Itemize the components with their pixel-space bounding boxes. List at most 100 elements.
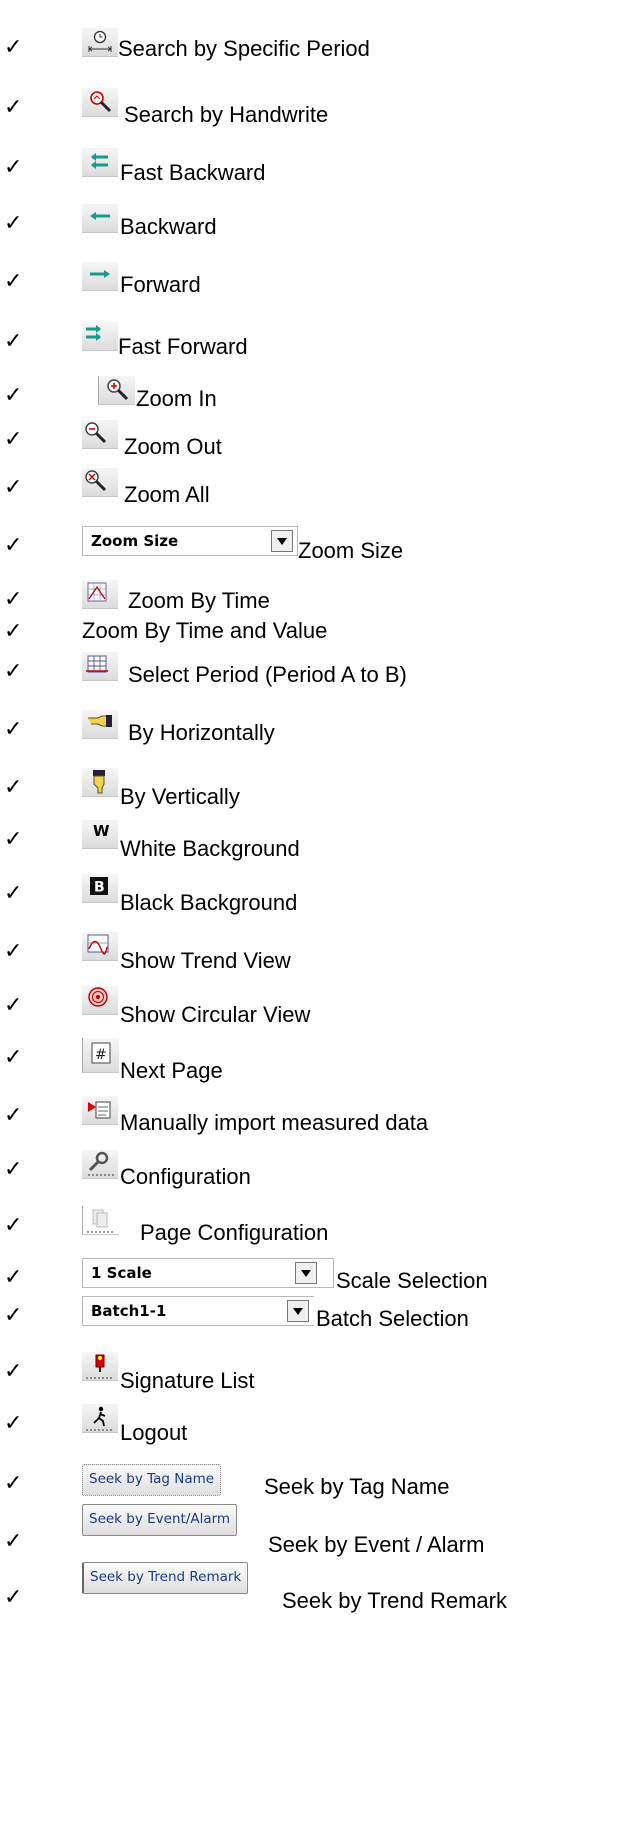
- zoom-by-time-icon[interactable]: [82, 580, 118, 609]
- list-item: ✓ Show Trend View: [0, 932, 618, 973]
- check-mark: ✓: [4, 475, 23, 500]
- item-label: Zoom By Time: [128, 588, 270, 613]
- item-label: Search by Handwrite: [124, 102, 329, 127]
- check-mark: ✓: [4, 1471, 23, 1496]
- list-item: ✓ Fast Forward: [0, 322, 618, 362]
- scale-select-value: 1 Scale: [91, 1264, 152, 1282]
- white-background-icon[interactable]: W: [82, 820, 118, 849]
- list-item: ✓ Forward: [0, 262, 618, 302]
- item-label: Select Period (Period A to B): [128, 662, 407, 687]
- check-mark: ✓: [4, 1045, 23, 1070]
- item-label: Seek by Trend Remark: [282, 1588, 507, 1613]
- check-mark: ✓: [4, 155, 23, 180]
- check-mark: ✓: [4, 1585, 23, 1610]
- zoom-size-select[interactable]: Zoom Size: [82, 526, 298, 556]
- scale-select[interactable]: 1 Scale: [82, 1258, 334, 1288]
- list-item: ✓ By Vertically: [0, 768, 618, 809]
- list-item: ✓ Signature List: [0, 1352, 618, 1393]
- circular-view-icon[interactable]: [82, 986, 118, 1015]
- list-item: ✓ Search by Handwrite: [0, 88, 618, 128]
- trend-view-icon[interactable]: [82, 932, 118, 961]
- zoom-all-icon[interactable]: [82, 468, 118, 497]
- zoom-size-select-value: Zoom Size: [91, 532, 179, 550]
- batch-select[interactable]: Batch1-1: [82, 1296, 314, 1326]
- list-item: ✓ Zoom By Time and Value: [0, 612, 618, 652]
- white-background-icon-letter: W: [93, 822, 110, 840]
- item-label: Scale Selection: [336, 1268, 488, 1293]
- list-item: ✓ # Next Page: [0, 1038, 618, 1083]
- item-label: Zoom Out: [124, 434, 222, 459]
- list-item: ✓ Zoom In: [0, 376, 618, 416]
- forward-icon[interactable]: [82, 262, 118, 291]
- item-label: Page Configuration: [140, 1220, 329, 1245]
- check-mark: ✓: [4, 533, 23, 558]
- item-label: Backward: [120, 214, 217, 239]
- list-item: ✓ Fast Backward: [0, 148, 618, 188]
- check-mark: ✓: [4, 881, 23, 906]
- item-label: By Horizontally: [128, 720, 275, 745]
- select-period-icon[interactable]: [82, 652, 118, 681]
- list-item: ✓ By Horizontally: [0, 710, 618, 750]
- seek-by-event-alarm-button[interactable]: Seek by Event/Alarm: [82, 1504, 238, 1536]
- list-item: ✓ Batch1-1 Batch Selection: [0, 1296, 618, 1336]
- item-label: Batch Selection: [316, 1306, 469, 1331]
- item-label: Black Background: [120, 890, 298, 915]
- list-item: ✓ Backward: [0, 204, 618, 244]
- list-item: ✓ Page Configuration: [0, 1206, 618, 1246]
- next-page-icon[interactable]: #: [82, 1038, 119, 1073]
- check-mark: ✓: [4, 95, 23, 120]
- svg-text:#: #: [95, 1047, 107, 1063]
- item-label: Logout: [120, 1420, 188, 1445]
- list-item: ✓ Logout: [0, 1404, 618, 1445]
- backward-icon[interactable]: [82, 204, 118, 233]
- item-label: By Vertically: [120, 784, 240, 809]
- wrench-icon[interactable]: [82, 1150, 118, 1179]
- signature-list-icon[interactable]: [82, 1352, 118, 1381]
- item-label: Signature List: [120, 1368, 255, 1393]
- item-label: Show Circular View: [120, 1002, 311, 1027]
- pointing-hand-horizontal-icon[interactable]: [82, 710, 118, 739]
- list-item: ✓ Search by Specific Period: [0, 28, 618, 68]
- check-mark: ✓: [4, 1359, 23, 1384]
- list-item: ✓ Configuration: [0, 1150, 618, 1190]
- check-mark: ✓: [4, 269, 23, 294]
- pointing-hand-vertical-icon[interactable]: [82, 768, 118, 797]
- page-configuration-icon[interactable]: [82, 1206, 119, 1235]
- check-mark: ✓: [4, 775, 23, 800]
- list-item: ✓ Select Period (Period A to B): [0, 652, 618, 692]
- zoom-out-icon[interactable]: [82, 420, 118, 449]
- magnifier-handwrite-icon[interactable]: [82, 88, 118, 117]
- check-mark: ✓: [4, 1265, 23, 1290]
- check-mark: ✓: [4, 211, 23, 236]
- logout-running-man-icon[interactable]: [82, 1404, 118, 1433]
- item-label: Seek by Tag Name: [264, 1474, 450, 1499]
- chevron-down-icon[interactable]: [295, 1262, 317, 1284]
- seek-by-trend-remark-button[interactable]: Seek by Trend Remark: [82, 1562, 249, 1594]
- check-mark: ✓: [4, 939, 23, 964]
- item-label: Search by Specific Period: [118, 36, 370, 61]
- list-item: ✓ 1 Scale Scale Selection: [0, 1258, 618, 1298]
- check-mark: ✓: [4, 619, 23, 644]
- black-background-icon[interactable]: B: [82, 874, 118, 903]
- item-label: Zoom All: [124, 482, 210, 507]
- list-item: ✓ Show Circular View: [0, 986, 618, 1027]
- chevron-down-icon[interactable]: [271, 530, 293, 552]
- chevron-down-icon[interactable]: [287, 1300, 309, 1322]
- check-mark: ✓: [4, 1157, 23, 1182]
- import-data-icon[interactable]: [82, 1096, 118, 1125]
- list-item: ✓ Zoom Size Zoom Size: [0, 526, 618, 566]
- clock-period-icon[interactable]: [82, 28, 118, 57]
- check-mark: ✓: [4, 659, 23, 684]
- seek-by-tag-name-button[interactable]: Seek by Tag Name: [82, 1464, 222, 1496]
- item-label: Manually import measured data: [120, 1110, 429, 1135]
- fast-backward-icon[interactable]: [82, 148, 118, 177]
- fast-forward-icon[interactable]: [82, 322, 118, 351]
- list-item: ✓ Seek by Tag Name Seek by Tag Name: [0, 1464, 618, 1504]
- check-mark: ✓: [4, 1213, 23, 1238]
- item-label: Seek by Event / Alarm: [268, 1532, 485, 1557]
- zoom-in-icon[interactable]: [98, 376, 135, 405]
- item-label: Forward: [120, 272, 201, 297]
- list-item: ✓ Zoom Out: [0, 420, 618, 460]
- item-label: Next Page: [120, 1058, 223, 1083]
- check-mark: ✓: [4, 1411, 23, 1436]
